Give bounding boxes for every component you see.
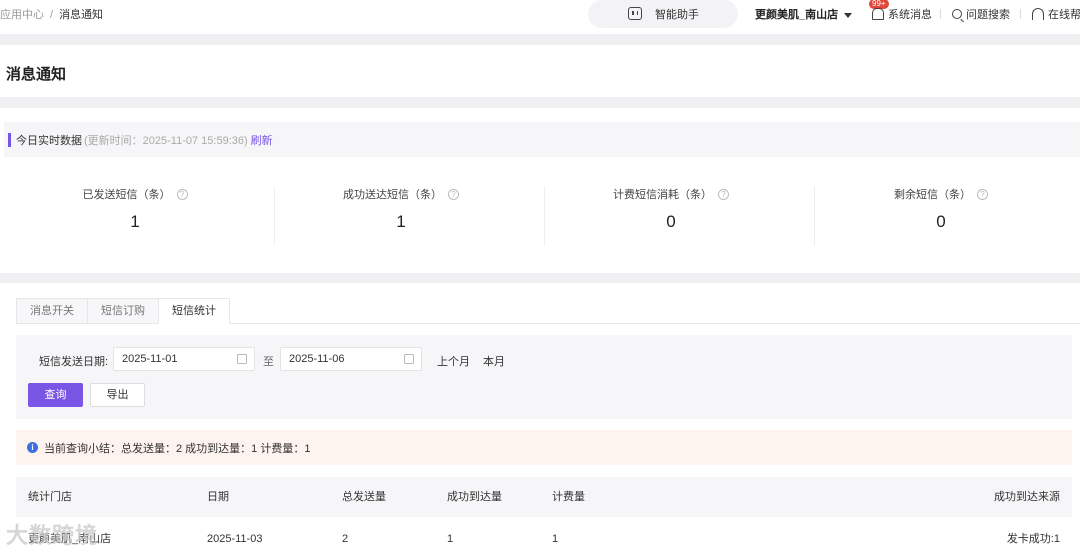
stat-remaining: 剩余短信（条）? 0 (806, 186, 1076, 248)
start-date-value: 2025-11-01 (122, 353, 178, 365)
divider (940, 9, 941, 19)
column-header: 统计门店 (28, 491, 72, 503)
this-month-link[interactable]: 本月 (483, 353, 505, 369)
stat-label: 已发送短信（条） (82, 189, 171, 201)
smart-assistant-label: 智能助手 (655, 9, 699, 21)
system-messages-link[interactable]: 系统消息 (872, 6, 932, 22)
realtime-label: 今日实时数据 (16, 134, 82, 147)
stat-value: 1 (396, 212, 406, 231)
table-cell: 1 (552, 533, 559, 545)
table-header: 统计门店 日期 总发送量 成功到达量 计费量 成功到达来源 (16, 477, 1072, 517)
breadcrumb-item-current: 消息通知 (59, 9, 104, 21)
caret-down-icon (844, 12, 853, 18)
realtime-stats-card: 今日实时数据 (更新时间：2025-11-07 15:59:36) 刷新 已发送… (0, 108, 1080, 273)
search-icon (952, 9, 962, 19)
stat-sent: 已发送短信（条）? 1 (0, 186, 270, 248)
headset-icon (1032, 8, 1044, 20)
export-button[interactable]: 导出 (90, 383, 145, 407)
bell-icon (872, 8, 884, 20)
help-icon[interactable]: ? (977, 188, 988, 200)
query-button[interactable]: 查询 (28, 383, 83, 407)
update-time: (更新时间：2025-11-07 15:59:36) (84, 134, 248, 147)
page-title: 消息通知 (6, 66, 67, 83)
column-header: 成功到达量 (447, 491, 502, 503)
smart-assistant-button[interactable]: 智能助手 (588, 0, 738, 28)
summary-text: 当前查询小结：总发送量：2 成功到达量：1 计费量：1 (44, 442, 311, 455)
online-help-label: 在线帮 (1048, 9, 1080, 21)
table-cell: 1 (447, 533, 454, 545)
robot-icon (628, 7, 642, 20)
table-cell: 2 (342, 533, 349, 545)
date-label: 短信发送日期: (39, 356, 109, 368)
stat-value: 0 (666, 212, 676, 231)
accent-bar (8, 132, 11, 147)
column-header: 日期 (207, 491, 229, 503)
table-row: 更颜美肌_南山店 2025-11-03 2 1 1 发卡成功:1 (16, 519, 1072, 555)
stat-delivered: 成功送达短信（条）? 1 (266, 186, 536, 248)
filter-form: 短信发送日期: 2025-11-01 至 2025-11-06 上个月 本月 查… (16, 335, 1072, 419)
tab-sms-stats[interactable]: 短信统计 (158, 298, 230, 324)
info-icon: i (27, 442, 38, 453)
breadcrumb-item-app-center[interactable]: 应用中心 (0, 9, 44, 21)
start-date-input[interactable]: 2025-11-01 (113, 347, 255, 371)
divider (1020, 9, 1021, 19)
breadcrumb-separator: / (50, 9, 54, 21)
end-date-input[interactable]: 2025-11-06 (280, 347, 422, 371)
table-cell: 2025-11-03 (207, 533, 263, 545)
sms-stats-panel: 消息开关 短信订购 短信统计 短信发送日期: 2025-11-01 至 2025… (0, 283, 1080, 555)
help-icon[interactable]: ? (176, 188, 188, 200)
problem-search-label: 问题搜索 (966, 9, 1010, 21)
last-month-link[interactable]: 上个月 (437, 353, 470, 369)
refresh-link[interactable]: 刷新 (251, 132, 273, 148)
column-header: 成功到达来源 (994, 491, 1060, 503)
help-icon[interactable]: ? (718, 188, 729, 200)
realtime-header: 今日实时数据 (更新时间：2025-11-07 15:59:36) 刷新 (4, 122, 1080, 157)
query-summary: i 当前查询小结：总发送量：2 成功到达量：1 计费量：1 (16, 430, 1072, 465)
column-header: 总发送量 (342, 491, 386, 503)
calendar-icon (404, 354, 414, 364)
help-icon[interactable]: ? (448, 188, 459, 200)
stat-label: 成功送达短信（条） (343, 189, 442, 201)
top-bar: 应用中心 / 消息通知 智能助手 更颜美肌_南山店 99+ 系统消息 问题搜索 在线… (0, 0, 1080, 34)
stat-label: 计费短信消耗（条） (613, 189, 712, 201)
table-cell: 发卡成功:1 (1006, 533, 1060, 545)
stat-billed: 计费短信消耗（条）? 0 (536, 186, 806, 248)
tab-sms-order[interactable]: 短信订购 (87, 298, 158, 324)
system-messages-label: 系统消息 (888, 9, 932, 21)
online-help-link[interactable]: 在线帮 (1032, 6, 1080, 22)
stat-label: 剩余短信（条） (894, 189, 971, 201)
breadcrumb: 应用中心 / 消息通知 (0, 6, 103, 22)
column-header: 计费量 (552, 491, 585, 503)
store-selector[interactable]: 更颜美肌_南山店 (755, 6, 853, 22)
stat-value: 1 (130, 212, 140, 231)
watermark: 大数跨境 (6, 523, 99, 548)
page-header: 消息通知 (0, 45, 1080, 97)
date-range-separator: 至 (263, 356, 274, 368)
tab-bar: 消息开关 短信订购 短信统计 (16, 298, 1080, 324)
calendar-icon (237, 354, 247, 364)
store-name: 更颜美肌_南山店 (755, 9, 839, 21)
tab-message-switch[interactable]: 消息开关 (16, 298, 87, 324)
stat-value: 0 (936, 212, 946, 231)
end-date-value: 2025-11-06 (289, 353, 345, 365)
problem-search-link[interactable]: 问题搜索 (952, 6, 1010, 22)
